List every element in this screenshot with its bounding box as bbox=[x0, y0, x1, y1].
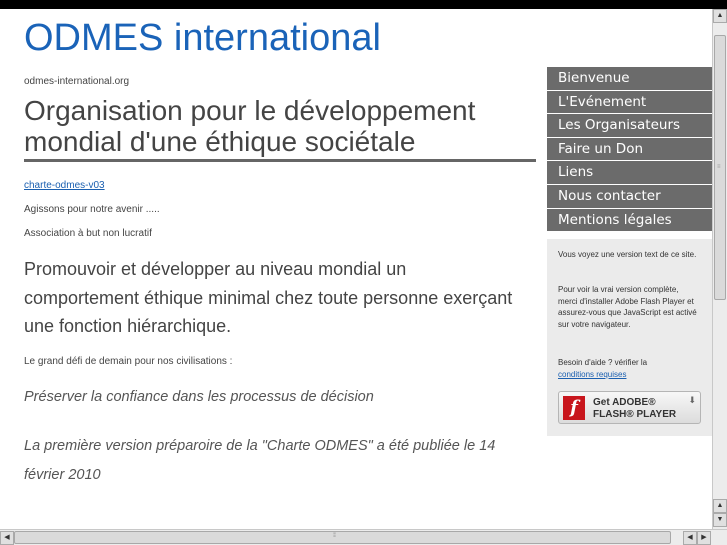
horizontal-scroll-thumb[interactable]: ⁞⁞⁞ bbox=[14, 531, 671, 544]
nav-item-faire-un-don[interactable]: Faire un Don bbox=[547, 137, 712, 161]
flash-help-text: Besoin d'aide ? vérifier la conditions r… bbox=[558, 357, 698, 380]
flash-logo-icon: f bbox=[563, 396, 585, 420]
news-text: La première version préparoire de la "Ch… bbox=[24, 438, 496, 483]
association-text: Association à but non lucratif bbox=[24, 228, 152, 239]
preserve-text: Préserver la confiance dans les processu… bbox=[24, 389, 374, 405]
nav-item-nous-contacter[interactable]: Nous contacter bbox=[547, 184, 712, 208]
nav-item-organisateurs[interactable]: Les Organisateurs bbox=[547, 114, 712, 137]
flash-notice-text: Vous voyez une version text de ce site. bbox=[558, 250, 697, 259]
scroll-right-icon[interactable]: ▶ bbox=[697, 531, 711, 545]
get-flash-player-button[interactable]: f Get ADOBE® FLASH® PLAYER ⬇ bbox=[558, 391, 701, 424]
scroll-up-icon[interactable]: ▲ bbox=[713, 9, 727, 23]
challenge-text: Le grand défi de demain pour nos civilis… bbox=[24, 356, 233, 367]
download-arrow-icon: ⬇ bbox=[688, 395, 696, 405]
scroll-left-icon-right[interactable]: ◀ bbox=[683, 531, 697, 545]
main-heading: Organisation pour le développement mondi… bbox=[24, 95, 536, 162]
vertical-scrollbar[interactable]: ▲ ≡ ▲ ▼ bbox=[712, 9, 727, 529]
nav-item-evenement[interactable]: L'Evénement bbox=[547, 90, 712, 114]
flash-install-text: Pour voir la vrai version complète, merc… bbox=[558, 285, 697, 329]
site-title[interactable]: ODMES international bbox=[24, 15, 381, 61]
scroll-up-icon-lower[interactable]: ▲ bbox=[713, 499, 727, 513]
scroll-down-icon[interactable]: ▼ bbox=[713, 513, 727, 527]
main-nav: Bienvenue L'Evénement Les Organisateurs … bbox=[547, 67, 712, 232]
scroll-left-icon[interactable]: ◀ bbox=[0, 531, 14, 545]
mission-statement: Promouvoir et développer au niveau mondi… bbox=[24, 259, 513, 336]
motto-text: Agissons pour notre avenir ..... bbox=[24, 204, 160, 215]
vertical-scroll-thumb[interactable]: ≡ bbox=[714, 35, 726, 300]
page: ODMES international odmes-international.… bbox=[0, 9, 712, 529]
horizontal-scrollbar[interactable]: ◀ ⁞⁞⁞ ◀ ▶ bbox=[0, 529, 727, 545]
scroll-grip-icon-h: ⁞⁞⁞ bbox=[333, 533, 336, 539]
flash-button-line2: FLASH® PLAYER bbox=[593, 409, 677, 420]
domain-label: odmes-international.org bbox=[24, 76, 130, 87]
requirements-link[interactable]: conditions requises bbox=[558, 370, 626, 379]
flash-button-line1: Get ADOBE® bbox=[593, 397, 656, 408]
charte-link[interactable]: charte-odmes-v03 bbox=[24, 180, 105, 191]
nav-item-bienvenue[interactable]: Bienvenue bbox=[547, 67, 712, 90]
nav-item-liens[interactable]: Liens bbox=[547, 161, 712, 184]
scroll-grip-icon: ≡ bbox=[717, 164, 720, 170]
flash-help-prefix: Besoin d'aide ? vérifier la bbox=[558, 358, 648, 367]
flash-notice-box: Vous voyez une version text de ce site. … bbox=[547, 239, 712, 436]
nav-item-mentions-legales[interactable]: Mentions légales bbox=[547, 208, 712, 232]
